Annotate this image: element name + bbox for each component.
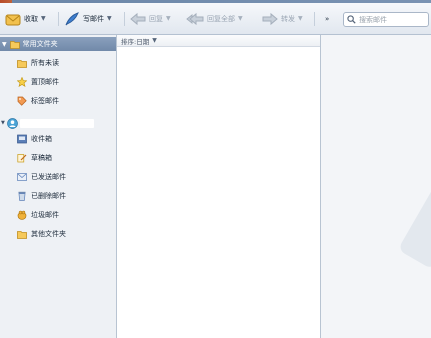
common-folders-header[interactable]: ▼ 常用文件夹	[0, 37, 116, 51]
reply-button[interactable]: 回复 ▼	[130, 10, 171, 27]
sort-header[interactable]: 排序:日期 ▼	[117, 35, 320, 47]
toolbar-divider	[314, 12, 315, 26]
forward-arrow-icon	[262, 12, 278, 26]
forward-button[interactable]: 转发 ▼	[262, 10, 303, 27]
star-icon	[17, 77, 27, 87]
folder-icon	[17, 230, 27, 239]
inbox-icon	[17, 134, 27, 144]
receive-label: 收取	[24, 14, 38, 23]
trash-icon	[17, 191, 27, 201]
reply-label: 回复	[149, 14, 163, 23]
sidebar-item-label: 已删除邮件	[31, 192, 66, 200]
sidebar-item-label: 收件箱	[31, 135, 52, 143]
toolbar-divider	[124, 12, 125, 26]
draft-icon	[17, 153, 27, 163]
sidebar-item-all-unread[interactable]: 所有未读	[17, 56, 59, 70]
reply-all-label: 回复全部	[207, 14, 235, 23]
compose-label: 写邮件	[83, 14, 104, 23]
feather-pen-icon	[64, 11, 80, 26]
sidebar-item-label: 标签邮件	[31, 97, 59, 105]
more-label: »	[325, 14, 330, 23]
compose-button[interactable]: 写邮件 ▼	[64, 10, 112, 27]
sidebar-item-label: 其他文件夹	[31, 230, 66, 238]
sidebar-item-drafts[interactable]: 草稿箱	[17, 151, 52, 165]
sidebar-item-sent[interactable]: 已发送邮件	[17, 170, 66, 184]
chevron-down-icon[interactable]: ▼	[107, 15, 112, 22]
chevron-down-icon[interactable]: ▼	[166, 15, 171, 22]
message-list[interactable]: 排序:日期 ▼	[117, 35, 321, 338]
reading-pane	[321, 35, 431, 338]
common-folders-label: 常用文件夹	[22, 40, 58, 48]
search-icon	[347, 15, 356, 24]
sidebar-item-spam[interactable]: 垃圾邮件	[17, 208, 59, 222]
account-header[interactable]: ▼	[0, 116, 117, 130]
reply-all-button[interactable]: 回复全部 ▼	[186, 10, 243, 27]
spam-icon	[17, 210, 27, 220]
reply-all-arrow-icon	[186, 12, 204, 26]
sidebar-item-deleted[interactable]: 已删除邮件	[17, 189, 66, 203]
collapse-triangle-icon[interactable]: ▼	[2, 41, 7, 48]
more-toolbar-button[interactable]: »	[325, 10, 329, 27]
toolbar: 收取 ▼ 写邮件 ▼ 回复 ▼ 回复全部 ▼ 转发 ▼ »	[0, 3, 431, 35]
chevron-down-icon[interactable]: ▼	[41, 15, 46, 22]
account-avatar-icon	[7, 117, 18, 129]
sidebar-item-pinned[interactable]: 置顶邮件	[17, 75, 59, 89]
tag-icon	[17, 96, 27, 106]
sidebar-item-inbox[interactable]: 收件箱	[17, 132, 52, 146]
sidebar-item-label: 垃圾邮件	[31, 211, 59, 219]
folder-icon	[17, 59, 27, 68]
sidebar-item-label: 所有未读	[31, 59, 59, 67]
folder-icon	[9, 40, 20, 49]
collapse-triangle-icon[interactable]: ▼	[1, 120, 5, 126]
search-box[interactable]	[343, 12, 429, 27]
search-input[interactable]	[359, 15, 425, 24]
sort-label: 排序:日期	[121, 37, 150, 46]
receive-mail-icon	[5, 12, 21, 26]
forward-label: 转发	[281, 14, 295, 23]
reading-pane-watermark	[397, 180, 431, 270]
account-name	[19, 118, 94, 128]
folder-sidebar: ▼ 常用文件夹 所有未读 置顶邮件 标签邮件 ▼ 收件箱 草稿箱 已发送邮件 已…	[0, 35, 117, 338]
sidebar-item-other-folders[interactable]: 其他文件夹	[17, 227, 66, 241]
toolbar-divider	[58, 12, 59, 26]
sidebar-item-label: 置顶邮件	[31, 78, 59, 86]
chevron-down-icon[interactable]: ▼	[152, 37, 157, 44]
sidebar-item-tagged[interactable]: 标签邮件	[17, 94, 59, 108]
sent-icon	[17, 172, 27, 182]
reply-arrow-icon	[130, 12, 146, 26]
sidebar-item-label: 已发送邮件	[31, 173, 66, 181]
chevron-down-icon[interactable]: ▼	[238, 15, 243, 22]
sidebar-item-label: 草稿箱	[31, 154, 52, 162]
chevron-down-icon[interactable]: ▼	[298, 15, 303, 22]
receive-button[interactable]: 收取 ▼	[5, 10, 46, 27]
